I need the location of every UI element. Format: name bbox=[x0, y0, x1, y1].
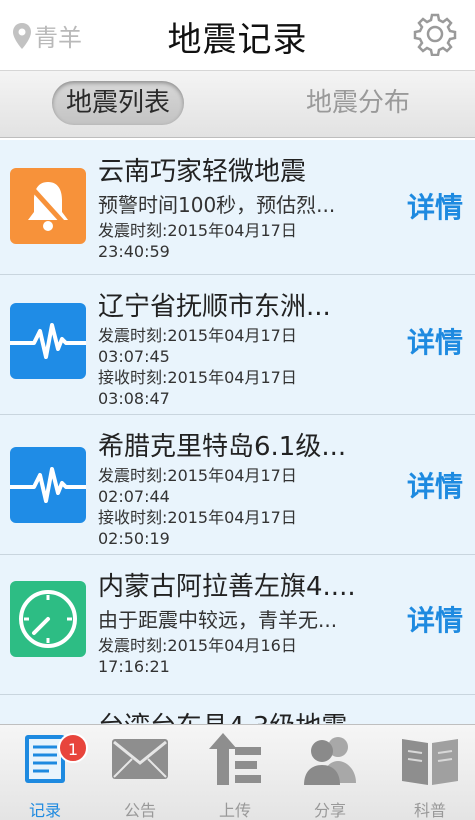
header: 青羊 地震记录 bbox=[0, 0, 475, 70]
tab-earthquake-list[interactable]: 地震列表 bbox=[52, 81, 184, 125]
record-receive-label: 接收时刻:2015年04月17日 bbox=[98, 368, 297, 387]
record-subtitle: 预警时间100秒，预估烈... bbox=[98, 193, 336, 217]
people-icon bbox=[304, 737, 356, 785]
nav-label: 分享 bbox=[313, 801, 346, 820]
notification-badge: 1 bbox=[58, 733, 88, 763]
record-title: 云南巧家轻微地震 bbox=[98, 157, 307, 187]
book-icon bbox=[402, 739, 458, 785]
detail-button[interactable]: 详情 bbox=[407, 321, 463, 361]
list-item[interactable]: 辽宁省抚顺市东洲... 发震时刻:2015年04月17日 03:07:45 接收… bbox=[0, 275, 475, 415]
record-time-label: 发震时刻:2015年04月17日 bbox=[98, 326, 297, 345]
record-time-value: 17:16:21 bbox=[98, 657, 170, 676]
nav-label: 公告 bbox=[123, 801, 156, 820]
nav-item-announcement[interactable]: 公告 bbox=[95, 731, 185, 820]
detail-button[interactable]: 详情 bbox=[407, 186, 463, 226]
nav-item-upload[interactable]: 上传 bbox=[190, 731, 280, 820]
record-time-value: 03:07:45 bbox=[98, 347, 170, 366]
timer-icon bbox=[10, 581, 86, 657]
list-item[interactable]: 云南巧家轻微地震 预警时间100秒，预估烈... 发震时刻:2015年04月17… bbox=[0, 140, 475, 275]
settings-gear-icon[interactable] bbox=[413, 12, 457, 56]
record-time-label: 发震时刻:2015年04月17日 bbox=[98, 221, 297, 240]
seismograph-icon bbox=[10, 447, 86, 523]
detail-button[interactable]: 详情 bbox=[407, 465, 463, 505]
bell-alert-icon bbox=[10, 168, 86, 244]
record-title: 台湾台东县4.3级地震 bbox=[98, 709, 435, 724]
mail-icon bbox=[112, 739, 168, 779]
record-title: 辽宁省抚顺市东洲... bbox=[98, 292, 331, 322]
record-receive-label: 接收时刻:2015年04月17日 bbox=[98, 508, 297, 527]
record-time-value: 02:07:44 bbox=[98, 487, 170, 506]
nav-item-share[interactable]: 分享 bbox=[285, 731, 375, 820]
record-subtitle: 由于距震中较远，青羊无... bbox=[98, 608, 338, 632]
list-item[interactable]: 希腊克里特岛6.1级... 发震时刻:2015年04月17日 02:07:44 … bbox=[0, 415, 475, 555]
record-time-value: 23:40:59 bbox=[98, 242, 170, 261]
tab-bar: 地震列表 地震分布 bbox=[0, 70, 475, 138]
tab-earthquake-distribution[interactable]: 地震分布 bbox=[300, 81, 416, 125]
earthquake-list: 云南巧家轻微地震 预警时间100秒，预估烈... 发震时刻:2015年04月17… bbox=[0, 140, 475, 724]
nav-label: 记录 bbox=[28, 801, 61, 820]
nav-label: 上传 bbox=[218, 801, 251, 820]
page-title: 地震记录 bbox=[167, 20, 308, 60]
list-item[interactable]: 内蒙古阿拉善左旗4.... 由于距震中较远，青羊无... 发震时刻:2015年0… bbox=[0, 555, 475, 695]
nav-item-science[interactable]: 科普 bbox=[385, 731, 475, 820]
bottom-nav: 记录 1 公告 上传 分享 科普 bbox=[0, 724, 475, 820]
nav-label: 科普 bbox=[413, 801, 446, 820]
seismograph-icon bbox=[10, 303, 86, 379]
record-title: 内蒙古阿拉善左旗4.... bbox=[98, 572, 356, 602]
record-receive-value: 03:08:47 bbox=[98, 389, 170, 408]
detail-button[interactable]: 详情 bbox=[407, 599, 463, 639]
nav-item-record[interactable]: 记录 1 bbox=[0, 731, 90, 820]
upload-icon bbox=[209, 733, 261, 785]
record-time-label: 发震时刻:2015年04月17日 bbox=[98, 466, 297, 485]
record-receive-value: 02:50:19 bbox=[98, 529, 170, 548]
list-item[interactable]: 台湾台东县4.3级地震 bbox=[0, 695, 475, 724]
record-time-label: 发震时刻:2015年04月16日 bbox=[98, 636, 297, 655]
record-title: 希腊克里特岛6.1级... bbox=[98, 432, 347, 462]
